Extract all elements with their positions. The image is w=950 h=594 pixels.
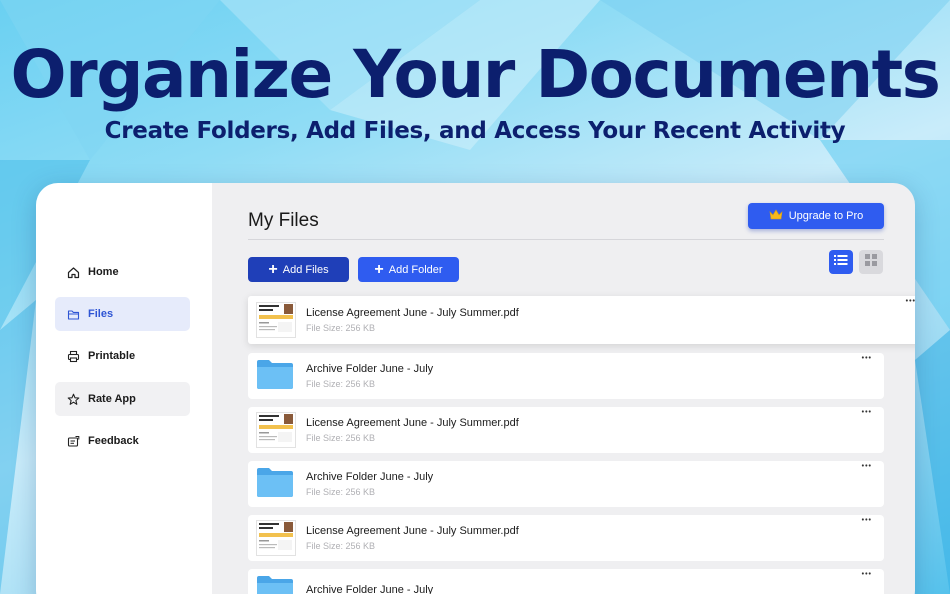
sidebar-item-rate-app[interactable]: Rate App <box>55 382 190 416</box>
file-info: License Agreement June - July Summer.pdf… <box>306 417 519 443</box>
app-window: Home Files Printable Rate App Feedback M… <box>36 183 915 594</box>
page-title: My Files <box>248 210 319 231</box>
hero-title: Organize Your Documents <box>10 36 941 113</box>
pdf-thumbnail-icon <box>256 412 296 448</box>
folder-icon <box>67 308 80 321</box>
upgrade-label: Upgrade to Pro <box>788 210 864 222</box>
pdf-thumbnail-icon <box>256 302 296 338</box>
file-info: License Agreement June - July Summer.pdf… <box>306 525 519 551</box>
file-size: File Size: 256 KB <box>306 433 376 443</box>
plus-icon: + <box>374 260 384 278</box>
add-folder-button[interactable]: + Add Folder <box>358 257 459 282</box>
folder-icon <box>256 574 296 594</box>
sidebar-item-printable[interactable]: Printable <box>55 339 190 373</box>
file-size: File Size: 256 KB <box>306 487 376 497</box>
upgrade-to-pro-button[interactable]: Upgrade to Pro <box>748 203 884 229</box>
file-row[interactable]: License Agreement June - July Summer.pdf… <box>248 296 915 344</box>
sidebar-item-label: Printable <box>88 350 136 362</box>
file-info: Archive Folder June - July File Size: 256… <box>306 471 433 497</box>
add-files-button[interactable]: + Add Files <box>248 257 349 282</box>
file-name: Archive Folder June - July <box>306 471 434 483</box>
sidebar: Home Files Printable Rate App Feedback <box>36 183 212 594</box>
file-info: Archive Folder June - July File Size: 256… <box>306 363 433 389</box>
file-row[interactable]: License Agreement June - July Summer.pdf… <box>248 515 884 561</box>
sidebar-item-feedback[interactable]: Feedback <box>55 424 190 458</box>
add-files-label: Add Files <box>282 263 329 276</box>
file-name: Archive Folder June - July <box>306 584 434 594</box>
list-icon <box>834 253 848 271</box>
more-options-icon[interactable]: ••• <box>862 571 872 578</box>
more-options-icon[interactable]: ••• <box>862 517 872 524</box>
file-size: File Size: 256 KB <box>306 541 376 551</box>
star-icon <box>67 393 80 406</box>
file-info: Archive Folder June - July <box>306 584 433 594</box>
feedback-icon <box>67 435 80 448</box>
sidebar-item-label: Feedback <box>88 435 139 447</box>
crown-icon <box>769 209 783 223</box>
sidebar-item-label: Rate App <box>88 393 136 405</box>
file-row[interactable]: Archive Folder June - July File Size: 256… <box>248 353 884 399</box>
plus-icon: + <box>268 260 278 278</box>
more-options-icon[interactable]: ••• <box>862 355 872 362</box>
file-name: License Agreement June - July Summer.pdf <box>306 307 519 319</box>
printer-icon <box>67 350 80 363</box>
sidebar-item-label: Home <box>88 266 119 278</box>
file-size: File Size: 256 KB <box>306 379 376 389</box>
file-name: Archive Folder June - July <box>306 363 434 375</box>
sidebar-item-files[interactable]: Files <box>55 297 190 331</box>
file-row[interactable]: Archive Folder June - July ••• <box>248 569 884 594</box>
grid-icon <box>865 253 877 271</box>
pdf-thumbnail-icon <box>256 520 296 556</box>
more-options-icon[interactable]: ••• <box>862 409 872 416</box>
more-options-icon[interactable]: ••• <box>906 298 915 305</box>
file-size: File Size: 256 KB <box>306 323 376 333</box>
file-info: License Agreement June - July Summer.pdf… <box>306 307 519 333</box>
file-row[interactable]: Archive Folder June - July File Size: 256… <box>248 461 884 507</box>
hero-subtitle: Create Folders, Add Files, and Access Yo… <box>104 118 846 144</box>
main-panel: My Files Upgrade to Pro + Add Files + Ad… <box>212 183 915 594</box>
file-name: License Agreement June - July Summer.pdf <box>306 525 519 537</box>
sidebar-item-home[interactable]: Home <box>55 255 190 289</box>
divider <box>248 239 884 240</box>
folder-icon <box>256 358 296 394</box>
grid-view-button[interactable] <box>859 250 883 274</box>
sidebar-item-label: Files <box>88 308 114 320</box>
file-name: License Agreement June - July Summer.pdf <box>306 417 519 429</box>
more-options-icon[interactable]: ••• <box>862 463 872 470</box>
add-folder-label: Add Folder <box>388 263 443 276</box>
file-row[interactable]: License Agreement June - July Summer.pdf… <box>248 407 884 453</box>
folder-icon <box>256 466 296 502</box>
home-icon <box>67 266 80 279</box>
list-view-button[interactable] <box>829 250 853 274</box>
